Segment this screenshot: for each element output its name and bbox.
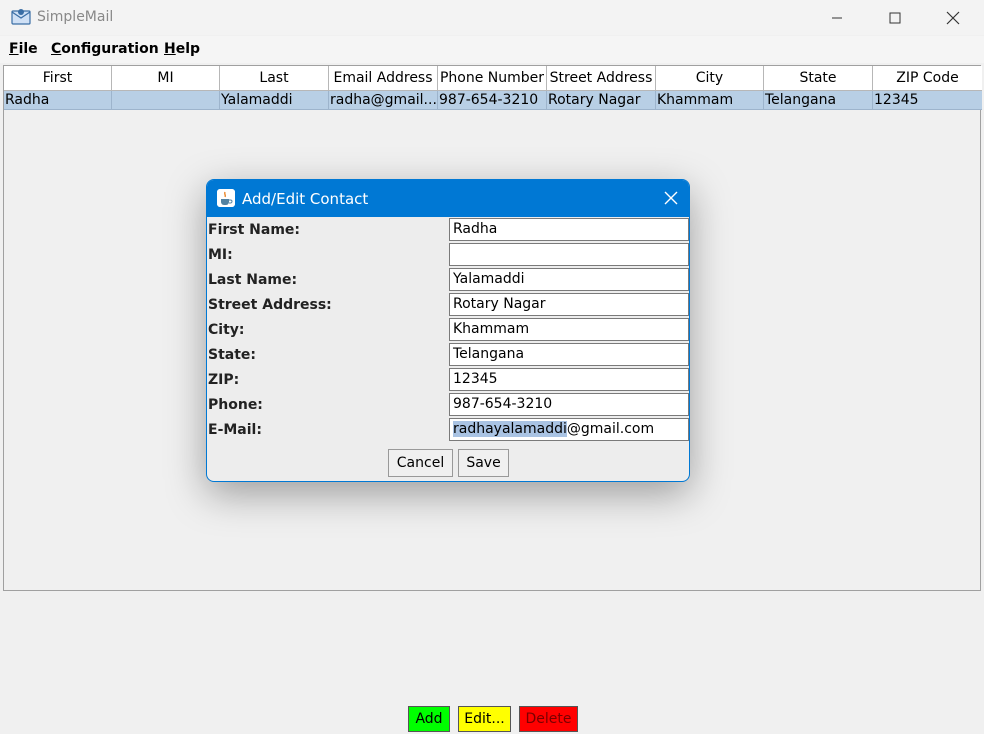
dialog-title-bar[interactable]: Add/Edit Contact [207, 180, 689, 217]
column-header-email[interactable]: Email Address [329, 66, 438, 91]
minimize-button[interactable] [808, 0, 866, 35]
menu-help[interactable]: Help [164, 41, 200, 57]
table-header: First MI Last Email Address Phone Number… [4, 66, 982, 91]
delete-button[interactable]: Delete [519, 706, 578, 732]
email-selected-text: radhayalamaddi [453, 421, 567, 437]
table-row[interactable]: Radha Yalamaddi radha@gmail.... 987-654-… [4, 91, 982, 110]
cell-zip[interactable]: 12345 [873, 91, 982, 110]
add-edit-contact-dialog: Add/Edit Contact First Name: Radha MI: L… [206, 179, 690, 482]
edit-button[interactable]: Edit... [458, 706, 511, 732]
mail-app-icon [11, 9, 31, 25]
close-icon[interactable] [661, 188, 681, 208]
close-window-button[interactable] [924, 0, 982, 35]
maximize-button[interactable] [866, 0, 924, 35]
street-address-field[interactable]: Rotary Nagar [449, 293, 689, 316]
last-name-field[interactable]: Yalamaddi [449, 268, 689, 291]
column-header-first[interactable]: First [4, 66, 112, 91]
email-label: E-Mail: [208, 422, 262, 438]
menu-configuration-mnemonic: C [51, 41, 62, 57]
window-title: SimpleMail [37, 9, 114, 25]
menu-file-label: ile [18, 41, 38, 57]
cell-first[interactable]: Radha [4, 91, 112, 110]
phone-field[interactable]: 987-654-3210 [449, 393, 689, 416]
save-button[interactable]: Save [458, 449, 509, 477]
add-button[interactable]: Add [408, 706, 450, 732]
close-icon [946, 11, 960, 24]
street-address-label: Street Address: [208, 297, 332, 313]
column-header-zip[interactable]: ZIP Code [873, 66, 982, 91]
first-name-label: First Name: [208, 222, 301, 238]
cell-mi[interactable] [112, 91, 220, 110]
menu-help-mnemonic: H [164, 41, 176, 57]
last-name-label: Last Name: [208, 272, 298, 288]
column-header-state[interactable]: State [764, 66, 873, 91]
column-header-city[interactable]: City [656, 66, 764, 91]
cell-street[interactable]: Rotary Nagar [547, 91, 656, 110]
menu-help-label: elp [175, 41, 201, 57]
mi-label: MI: [208, 247, 233, 263]
cell-email[interactable]: radha@gmail.... [329, 91, 438, 110]
column-header-last[interactable]: Last [220, 66, 329, 91]
zip-field[interactable]: 12345 [449, 368, 689, 391]
city-field[interactable]: Khammam [449, 318, 689, 341]
state-label: State: [208, 347, 257, 363]
menu-bar: File Configuration Help [0, 36, 984, 63]
zip-label: ZIP: [208, 372, 240, 388]
maximize-icon [889, 12, 901, 23]
minimize-icon [832, 17, 842, 18]
menu-file[interactable]: File [9, 41, 38, 57]
cell-last[interactable]: Yalamaddi [220, 91, 329, 110]
title-bar: SimpleMail [0, 0, 984, 35]
cancel-button[interactable]: Cancel [388, 449, 453, 477]
email-field[interactable]: radhayalamaddi@gmail.com [449, 418, 689, 441]
cell-city[interactable]: Khammam [656, 91, 764, 110]
first-name-field[interactable]: Radha [449, 218, 689, 241]
dialog-title: Add/Edit Contact [242, 190, 369, 208]
menu-configuration-label: onfiguration [61, 41, 159, 57]
column-header-mi[interactable]: MI [112, 66, 220, 91]
column-header-street[interactable]: Street Address [547, 66, 656, 91]
mi-field[interactable] [449, 243, 689, 266]
state-field[interactable]: Telangana [449, 343, 689, 366]
city-label: City: [208, 322, 245, 338]
phone-label: Phone: [208, 397, 263, 413]
java-cup-icon [217, 189, 235, 207]
email-rest-text: @gmail.com [566, 421, 655, 437]
cell-phone[interactable]: 987-654-3210 [438, 91, 547, 110]
column-header-phone[interactable]: Phone Number [438, 66, 547, 91]
menu-file-mnemonic: F [9, 41, 19, 57]
menu-configuration[interactable]: Configuration [51, 41, 159, 57]
cell-state[interactable]: Telangana [764, 91, 873, 110]
